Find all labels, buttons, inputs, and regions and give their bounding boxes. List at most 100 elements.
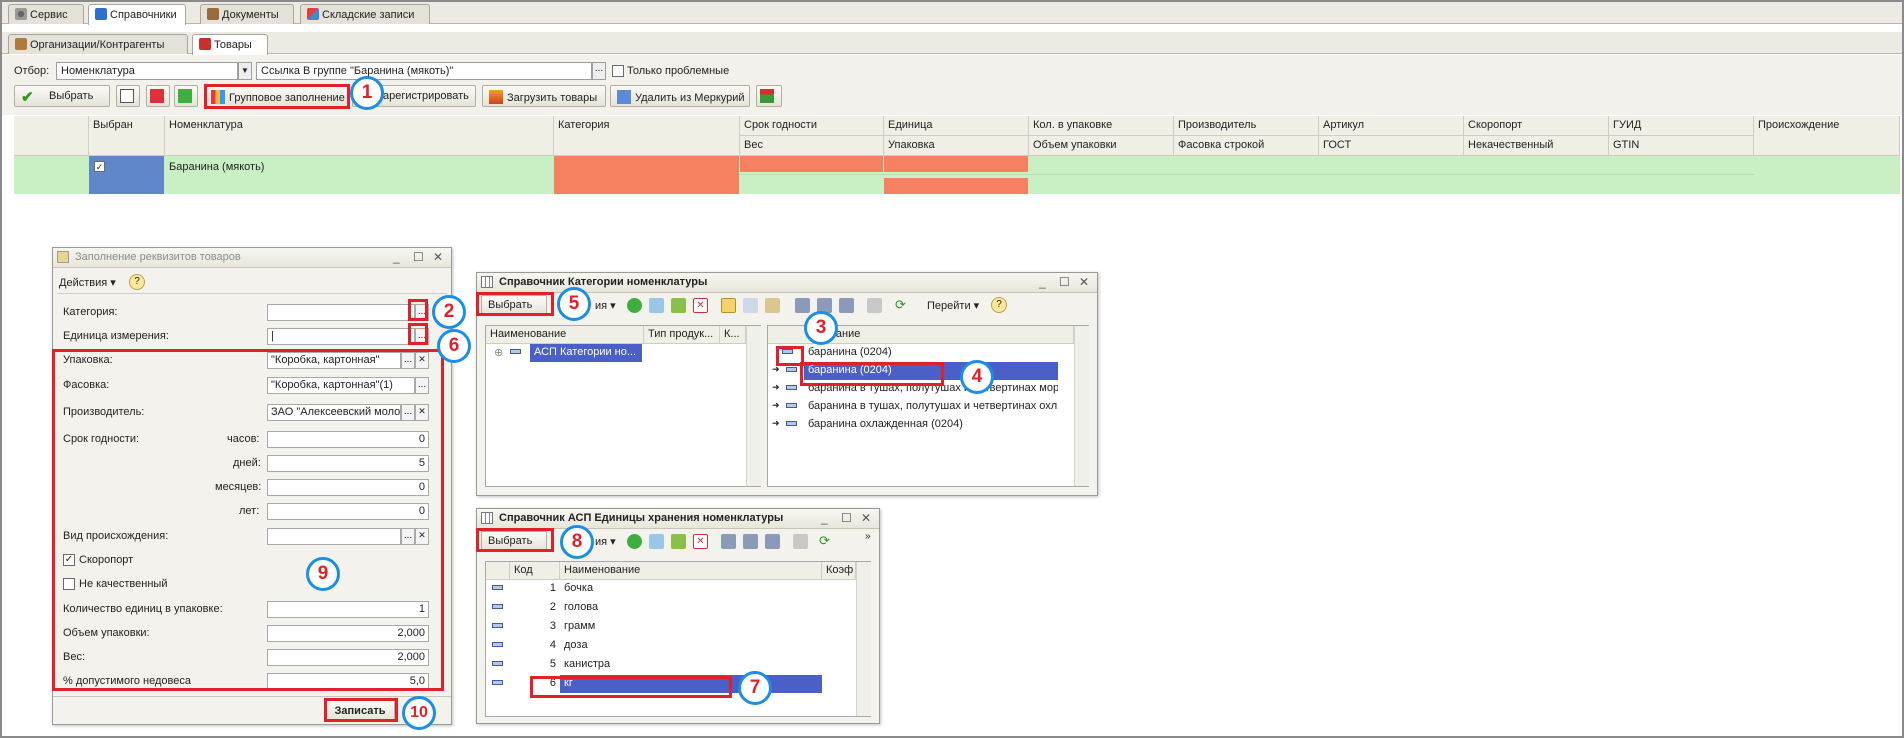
clear-filter-icon[interactable] <box>867 298 882 313</box>
edit-icon[interactable] <box>671 298 686 313</box>
expand-arrow-icon[interactable]: ➜ <box>772 418 780 429</box>
table-header[interactable]: Объем упаковки <box>1029 136 1174 156</box>
filter-value-input[interactable]: Ссылка В группе "Баранина (мякоть)" <box>256 62 592 80</box>
expand-arrow-icon[interactable]: ➜ <box>772 400 780 411</box>
only-problem-checkbox[interactable] <box>612 65 624 77</box>
list-item[interactable]: доза <box>560 637 822 655</box>
minimize-icon[interactable]: _ <box>821 511 828 525</box>
table-header[interactable]: Наименование <box>560 562 822 580</box>
table-header[interactable]: Производитель <box>1174 116 1319 136</box>
goto-menu[interactable]: Перейти ▾ <box>927 299 979 312</box>
unit-scrollbar[interactable] <box>856 562 871 716</box>
table-header[interactable]: ГОСТ <box>1319 136 1464 156</box>
table-header[interactable]: Срок годности <box>740 116 884 136</box>
tab-warehouse[interactable]: Складские записи <box>300 4 430 24</box>
maximize-icon[interactable]: ☐ <box>841 511 852 525</box>
table-cell-packing[interactable] <box>884 178 1029 194</box>
edit-icon[interactable] <box>671 534 686 549</box>
list-item[interactable]: бочка <box>560 580 822 598</box>
minimize-icon[interactable]: _ <box>393 250 400 264</box>
close-icon[interactable]: ✕ <box>433 250 443 264</box>
maximize-icon[interactable]: ☐ <box>1059 275 1070 289</box>
up-level-icon[interactable] <box>765 298 780 313</box>
add-icon[interactable] <box>627 534 642 549</box>
filter-list-icon[interactable] <box>743 534 758 549</box>
table-header[interactable]: Выбран <box>89 116 165 156</box>
list-item[interactable]: грамм <box>560 618 822 636</box>
tree-view-icon[interactable] <box>721 298 736 313</box>
tab-goods[interactable]: Товары <box>192 34 268 55</box>
delete-icon[interactable]: ✕ <box>693 534 708 549</box>
list-item[interactable]: голова <box>560 599 822 617</box>
table-header[interactable]: Упаковка <box>884 136 1029 156</box>
table-header[interactable]: Наименование <box>486 326 644 344</box>
table-cell-shelf[interactable] <box>740 156 884 172</box>
refresh-icon[interactable]: ⟳ <box>819 534 834 549</box>
filter-icon[interactable] <box>721 534 736 549</box>
actions-menu-partial[interactable]: ия ▾ <box>595 535 616 548</box>
delete-mercury-button[interactable]: Удалить из Меркурий <box>610 85 750 107</box>
table-header[interactable]: Скоропорт <box>1464 116 1609 136</box>
minimize-icon[interactable]: _ <box>1039 275 1046 289</box>
table-cell-unit[interactable] <box>884 156 1029 172</box>
table-header[interactable]: Происхождение <box>1754 116 1900 156</box>
table-header[interactable]: Кол. в упаковке <box>1029 116 1174 136</box>
filter-dropdown-icon[interactable] <box>839 298 854 313</box>
delete-icon[interactable]: ✕ <box>693 298 708 313</box>
expand-icon[interactable]: ⊕ <box>494 346 503 359</box>
select-button[interactable]: ✔ Выбрать <box>14 85 110 107</box>
table-header[interactable]: Категория <box>554 116 740 156</box>
tab-documents[interactable]: Документы <box>200 4 294 24</box>
table-header[interactable]: Артикул <box>1319 116 1464 136</box>
table-header[interactable]: Тип продук... <box>644 326 720 344</box>
maximize-icon[interactable]: ☐ <box>413 250 424 264</box>
table-header[interactable]: Единица <box>884 116 1029 136</box>
copy-icon[interactable] <box>649 534 664 549</box>
more-icon[interactable]: » <box>865 531 871 542</box>
filter-icon[interactable] <box>795 298 810 313</box>
list-scrollbar[interactable] <box>1074 326 1089 486</box>
edit-button[interactable] <box>116 85 140 107</box>
table-header[interactable]: Фасовка строкой <box>1174 136 1319 156</box>
table-header[interactable]: GTIN <box>1609 136 1754 156</box>
upload-button[interactable] <box>756 85 782 107</box>
tab-service[interactable]: Сервис <box>8 4 84 24</box>
list-item[interactable]: канистра <box>560 656 822 674</box>
filter-dropdown-icon[interactable] <box>765 534 780 549</box>
copy-icon[interactable] <box>649 298 664 313</box>
row-checkbox[interactable]: ✓ <box>94 161 105 172</box>
help-icon[interactable]: ? <box>129 274 145 290</box>
refresh-icon[interactable]: ⟳ <box>895 298 910 313</box>
list-item[interactable]: баранина охлажденная (0204) <box>804 416 1058 434</box>
load-goods-button[interactable]: Загрузить товары <box>482 85 606 107</box>
help-icon[interactable]: ? <box>991 297 1007 313</box>
expand-arrow-icon[interactable]: ➜ <box>772 382 780 393</box>
filter-field-dropdown[interactable]: ▼ <box>238 62 252 80</box>
table-cell-category[interactable] <box>554 156 740 194</box>
clear-filter-icon[interactable] <box>793 534 808 549</box>
table-header[interactable]: К... <box>720 326 746 344</box>
hierarchy-icon[interactable] <box>743 298 758 313</box>
table-header[interactable]: Некачественный <box>1464 136 1609 156</box>
list-item[interactable]: баранина (0204) <box>804 344 1054 362</box>
table-header[interactable]: ГУИД <box>1609 116 1754 136</box>
add-button[interactable] <box>174 85 198 107</box>
tree-item[interactable]: АСП Категории но... <box>530 344 642 362</box>
filter-field-select[interactable]: Номенклатура <box>56 62 238 80</box>
add-icon[interactable] <box>627 298 642 313</box>
filter-value-select-button[interactable]: ... <box>592 62 606 80</box>
tab-references[interactable]: Справочники <box>88 4 186 25</box>
close-icon[interactable]: ✕ <box>1079 275 1089 289</box>
tree-scrollbar[interactable] <box>746 326 761 486</box>
table-header[interactable]: Номенклатура <box>165 116 554 156</box>
tab-organizations[interactable]: Организации/Контрагенты <box>8 34 188 54</box>
list-item[interactable]: баранина в тушах, полутушах и четвертина… <box>804 398 1058 416</box>
remove-button[interactable] <box>146 85 170 107</box>
category-input[interactable] <box>267 304 415 321</box>
table-header[interactable]: Код <box>510 562 560 580</box>
unit-input[interactable]: | <box>267 328 415 345</box>
actions-menu-partial[interactable]: ия ▾ <box>595 299 616 312</box>
actions-menu[interactable]: Действия ▾ <box>59 276 116 289</box>
table-header[interactable]: Вес <box>740 136 884 156</box>
close-icon[interactable]: ✕ <box>861 511 871 525</box>
